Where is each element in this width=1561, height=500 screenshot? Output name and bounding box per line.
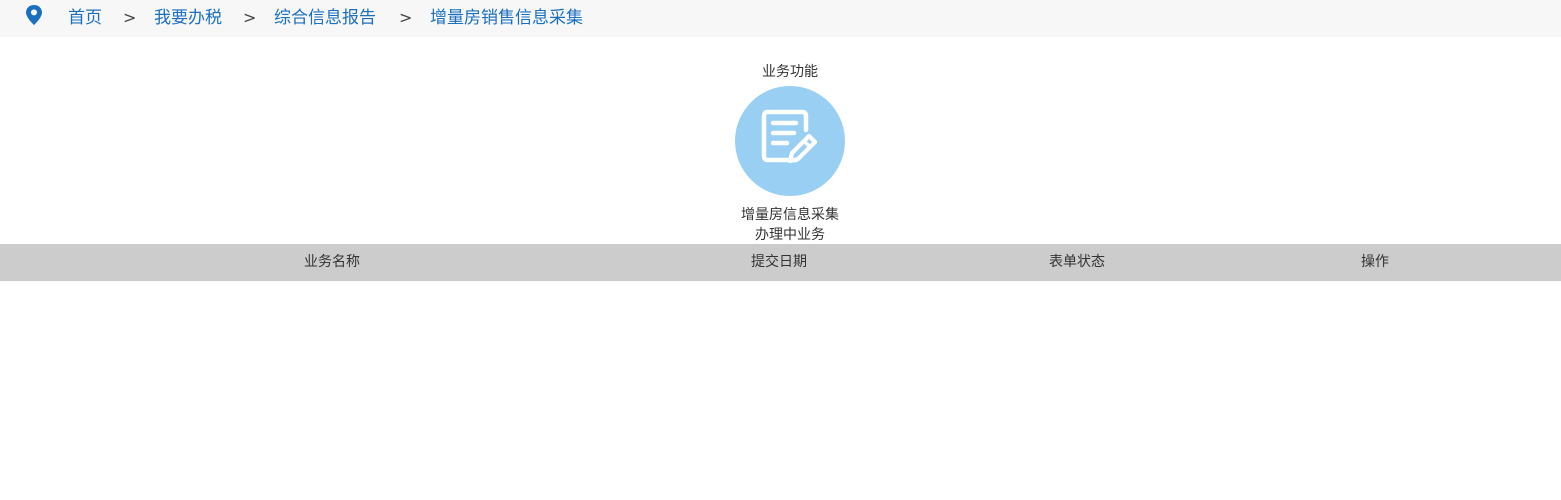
location-pin-icon: [24, 4, 44, 26]
in-progress-title: 办理中业务: [755, 227, 825, 243]
breadcrumb-info-report[interactable]: 综合信息报告: [274, 7, 376, 29]
breadcrumb-tax-handling[interactable]: 我要办税: [154, 7, 222, 29]
breadcrumb: 首页 > 我要办税 > 综合信息报告 > 增量房销售信息采集: [0, 0, 1561, 37]
column-header-form-status: 表单状态: [1049, 254, 1105, 270]
breadcrumb-current[interactable]: 增量房销售信息采集: [430, 7, 583, 29]
edit-document-icon: [761, 109, 818, 164]
incremental-housing-collect-label[interactable]: 增量房信息采集: [690, 206, 890, 224]
breadcrumb-separator: >: [399, 8, 413, 27]
column-header-submit-date: 提交日期: [751, 254, 807, 270]
column-header-business-name: 业务名称: [304, 254, 360, 270]
breadcrumb-separator: >: [123, 8, 137, 27]
functions-title: 业务功能: [762, 64, 818, 80]
table-header: 业务名称 提交日期 表单状态 操作: [0, 244, 1561, 281]
breadcrumb-home[interactable]: 首页: [68, 7, 102, 29]
incremental-housing-collect-button[interactable]: [735, 86, 845, 196]
breadcrumb-separator: >: [243, 8, 257, 27]
column-header-actions: 操作: [1361, 254, 1389, 270]
